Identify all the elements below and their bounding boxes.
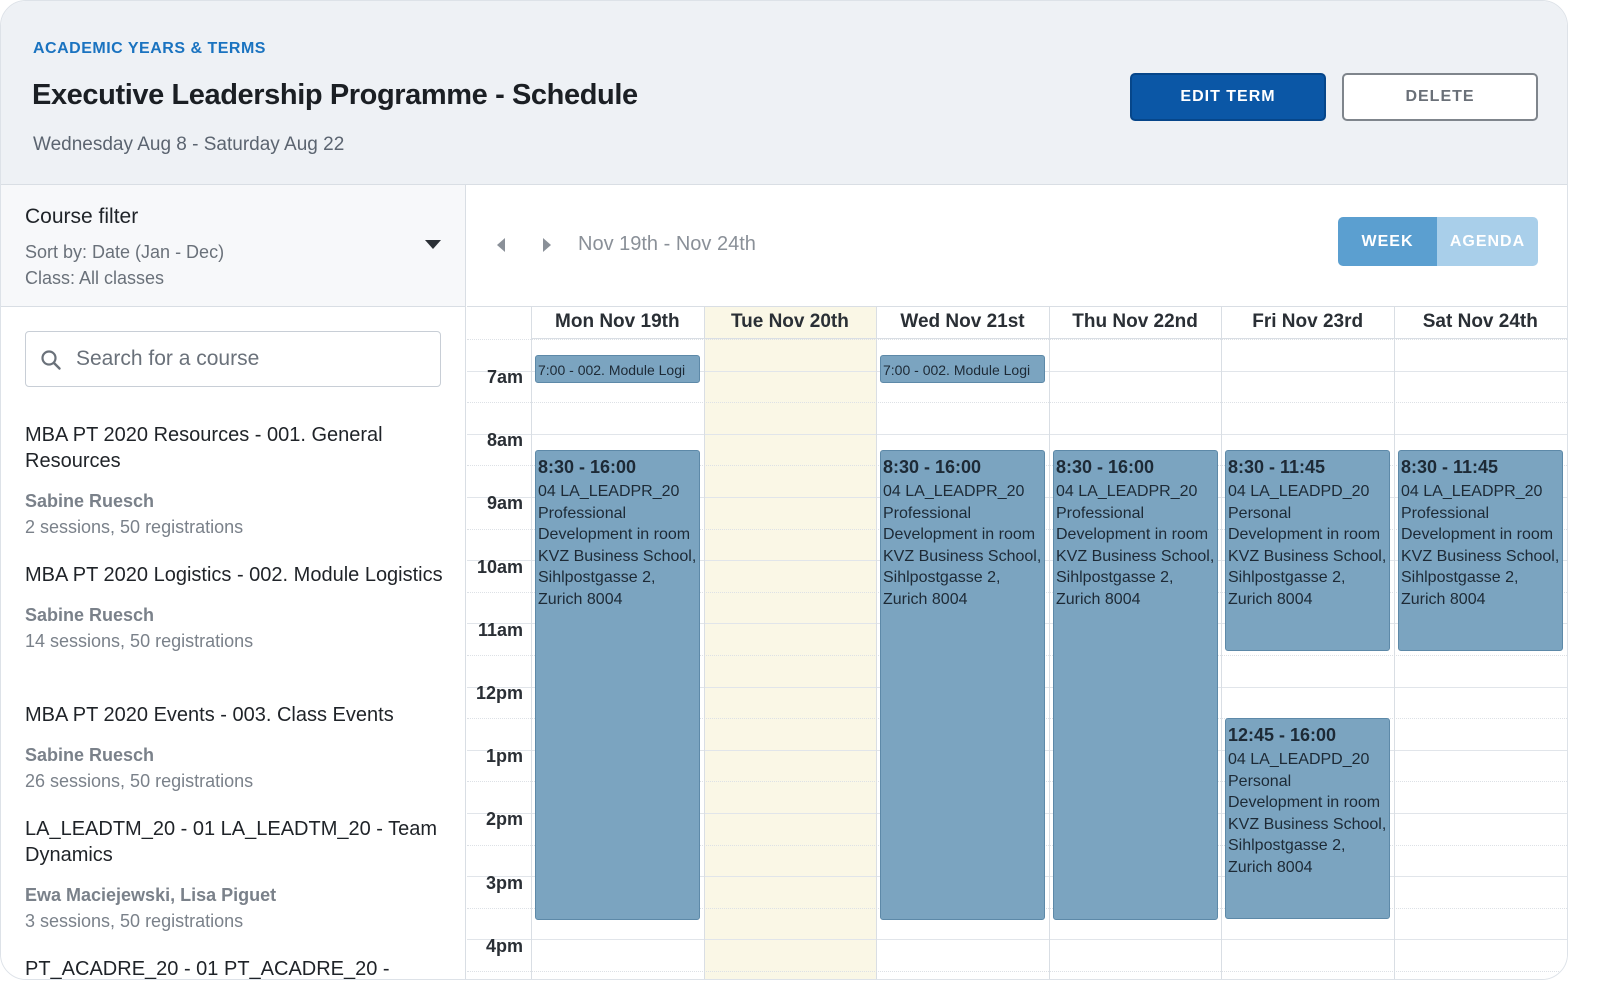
time-label: 7am	[486, 367, 523, 387]
course-filter[interactable]: Course filter Sort by: Date (Jan - Dec) …	[1, 185, 465, 307]
course-name: MBA PT 2020 Events - 003. Class Events	[25, 704, 394, 726]
event-description: 04 LA_LEADPD_20 Personal Development in …	[1228, 751, 1387, 876]
grid-divider	[704, 307, 705, 979]
grid-line	[467, 434, 1567, 435]
chevron-left-icon[interactable]	[495, 237, 509, 255]
search-input[interactable]	[76, 342, 426, 376]
event-time: 8:30 - 11:45	[1228, 457, 1326, 477]
time-label: 4pm	[485, 936, 523, 956]
calendar-event[interactable]: 7:00 - 002. Module Logi	[880, 355, 1045, 383]
grid-divider	[531, 307, 532, 979]
calendar-event[interactable]: 8:30 - 11:45 04 LA_LEADPR_20 Professional…	[1398, 450, 1563, 651]
time-label: 10am	[476, 557, 523, 577]
course-instructor: Sabine Ruesch	[25, 745, 155, 765]
list-item[interactable]: MBA PT 2020 Events - 003. Class Events S…	[25, 702, 445, 794]
event-description: 04 LA_LEADPR_20 Professional Development…	[1056, 483, 1215, 608]
course-stats: 14 sessions, 50 registrations	[25, 631, 254, 651]
calendar-toolbar: Nov 19th - Nov 24th WEEK AGENDA	[467, 185, 1567, 307]
event-time: 8:30 - 16:00	[1056, 457, 1155, 477]
search-box[interactable]	[25, 331, 441, 387]
event-time: 8:30 - 16:00	[883, 457, 982, 477]
calendar-event[interactable]: 8:30 - 16:00 04 LA_LEADPR_20 Professional…	[535, 450, 700, 920]
grid-divider	[1567, 307, 1568, 980]
calendar-event[interactable]: 8:30 - 11:45 04 LA_LEADPD_20 Personal Dev…	[1225, 450, 1390, 651]
event-description: 04 LA_LEADPR_20 Professional Development…	[1401, 483, 1560, 608]
event-time: 8:30 - 11:45	[1401, 457, 1499, 477]
list-item[interactable]: MBA PT 2020 Logistics - 002. Module Logi…	[25, 562, 445, 654]
time-label: 1pm	[485, 746, 523, 766]
time-label: 12pm	[475, 683, 523, 703]
week-grid: Mon Nov 19th Tue Nov 20th Wed Nov 21st Thu …	[467, 307, 1568, 980]
event-title: 7:00 - 002. Module Logi	[538, 362, 686, 378]
grid-line	[467, 971, 1567, 972]
week-view-button[interactable]: WEEK	[1338, 217, 1437, 266]
page-header: ACADEMIC YEARS & TERMS Executive Leaders…	[1, 1, 1567, 185]
time-label: 2pm	[485, 809, 523, 829]
delete-button[interactable]: DELETE	[1342, 73, 1538, 121]
time-label: 9am	[486, 493, 523, 513]
course-instructor: Sabine Ruesch	[25, 605, 155, 625]
event-time: 8:30 - 16:00	[538, 457, 637, 477]
grid-line	[467, 339, 1567, 340]
course-name: MBA PT 2020 Resources - 001. General Res…	[25, 424, 383, 472]
chevron-down-icon[interactable]	[425, 240, 441, 249]
grid-divider	[1221, 307, 1222, 979]
day-header: Thu Nov 22nd	[1048, 307, 1222, 339]
course-name: LA_LEADTM_20 - 01 LA_LEADTM_20 - Team Dy…	[25, 818, 438, 866]
calendar-event[interactable]: 8:30 - 16:00 04 LA_LEADPR_20 Professional…	[880, 450, 1045, 920]
view-toggle: WEEK AGENDA	[1338, 217, 1538, 266]
page-title: Executive Leadership Programme - Schedul…	[32, 79, 638, 111]
event-title: 7:00 - 002. Module Logi	[883, 362, 1031, 378]
calendar-event[interactable]: 8:30 - 16:00 04 LA_LEADPR_20 Professional…	[1053, 450, 1218, 920]
calendar-event[interactable]: 7:00 - 002. Module Logi	[535, 355, 700, 383]
day-header: Mon Nov 19th	[531, 307, 704, 339]
list-item[interactable]: PT_ACADRE_20 - 01 PT_ACADRE_20 -	[25, 956, 445, 980]
day-header: Tue Nov 20th	[703, 307, 877, 339]
event-time: 12:45 - 16:00	[1228, 725, 1337, 745]
course-stats: 2 sessions, 50 registrations	[25, 517, 244, 537]
time-label: 3pm	[485, 873, 523, 893]
edit-term-button[interactable]: EDIT TERM	[1130, 73, 1326, 121]
event-description: 04 LA_LEADPD_20 Personal Development in …	[1228, 483, 1387, 608]
agenda-view-button[interactable]: AGENDA	[1437, 217, 1538, 266]
course-sidebar: Course filter Sort by: Date (Jan - Dec) …	[1, 185, 466, 980]
event-description: 04 LA_LEADPR_20 Professional Development…	[883, 483, 1042, 608]
grid-divider	[1394, 307, 1395, 979]
course-stats: 3 sessions, 50 registrations	[25, 911, 244, 931]
day-header: Sat Nov 24th	[1394, 307, 1567, 339]
sort-by-label: Sort by: Date (Jan - Dec)	[25, 242, 225, 262]
calendar-event[interactable]: 12:45 - 16:00 04 LA_LEADPD_20 Personal De…	[1225, 718, 1390, 919]
chevron-right-icon[interactable]	[539, 237, 553, 255]
search-icon	[41, 350, 61, 370]
calendar-range: Nov 19th - Nov 24th	[578, 233, 756, 255]
breadcrumb[interactable]: ACADEMIC YEARS & TERMS	[33, 40, 266, 58]
class-filter-label: Class: All classes	[25, 268, 165, 288]
course-name: MBA PT 2020 Logistics - 002. Module Logi…	[25, 564, 443, 586]
event-description: 04 LA_LEADPR_20 Professional Development…	[538, 483, 697, 608]
list-item[interactable]: LA_LEADTM_20 - 01 LA_LEADTM_20 - Team Dy…	[25, 816, 445, 934]
today-column	[703, 307, 877, 979]
time-label: 11am	[477, 620, 523, 640]
app-window: ACADEMIC YEARS & TERMS Executive Leaders…	[0, 0, 1568, 980]
day-header: Fri Nov 23rd	[1221, 307, 1394, 339]
course-filter-title: Course filter	[25, 205, 139, 228]
grid-line	[467, 402, 1567, 403]
course-instructor: Ewa Maciejewski, Lisa Piguet	[25, 885, 277, 905]
term-date-range: Wednesday Aug 8 - Saturday Aug 22	[33, 134, 345, 155]
course-stats: 26 sessions, 50 registrations	[25, 771, 254, 791]
grid-divider	[876, 307, 877, 979]
course-name: PT_ACADRE_20 - 01 PT_ACADRE_20 -	[25, 958, 390, 980]
course-instructor: Sabine Ruesch	[25, 491, 155, 511]
calendar: Nov 19th - Nov 24th WEEK AGENDA Mon Nov …	[467, 185, 1568, 980]
grid-divider	[1049, 307, 1050, 979]
grid-line	[467, 939, 1567, 940]
list-item[interactable]: MBA PT 2020 Resources - 001. General Res…	[25, 422, 445, 540]
time-label: 8am	[486, 430, 523, 450]
day-header: Wed Nov 21st	[876, 307, 1049, 339]
